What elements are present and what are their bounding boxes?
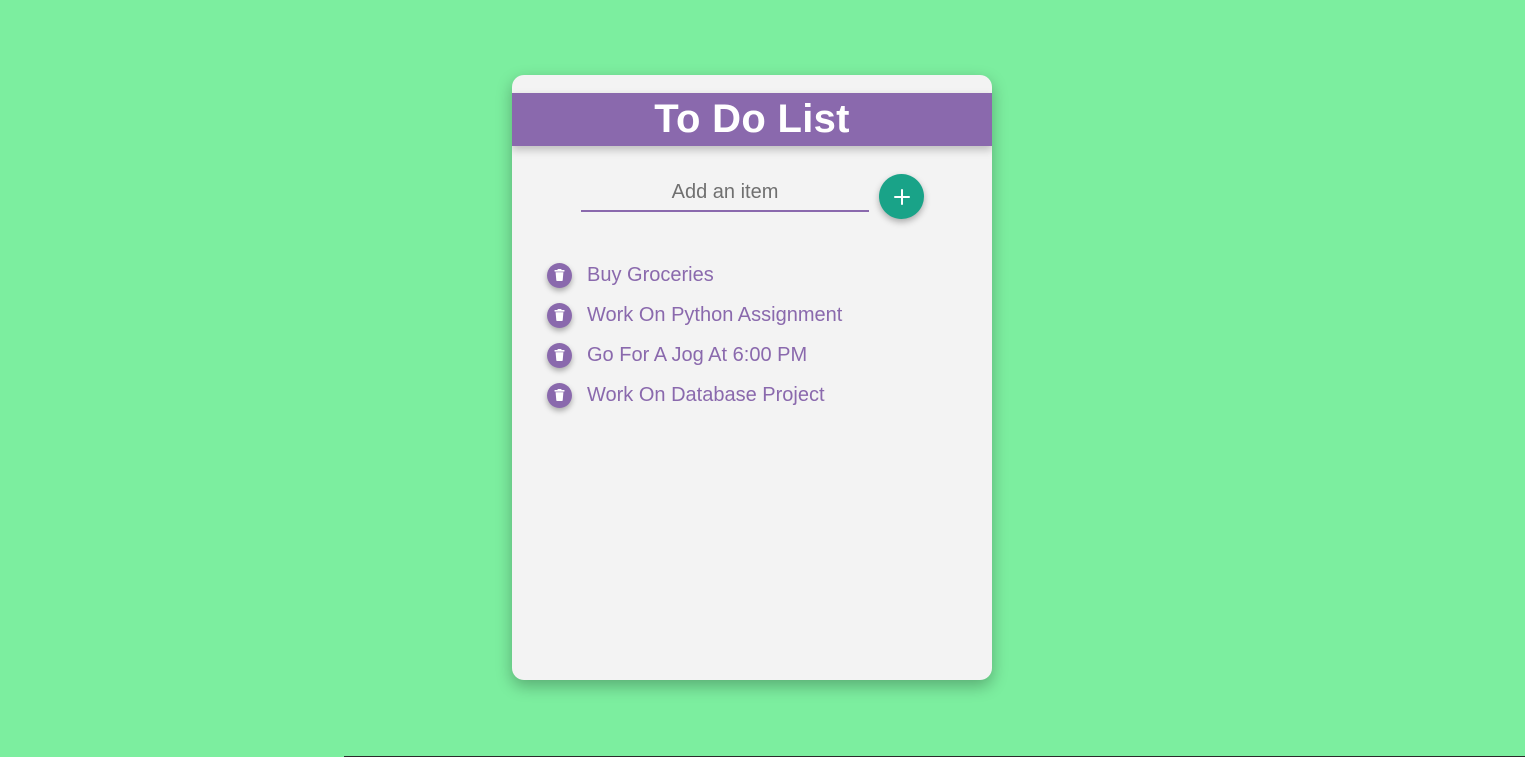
add-item-input[interactable]	[581, 174, 869, 212]
trash-icon	[554, 389, 565, 401]
todo-card: To Do List Buy Grocerie	[512, 75, 992, 680]
list-item-label: Work On Python Assignment	[587, 303, 843, 326]
list-item: Work On Database Project	[547, 375, 842, 415]
delete-item-button[interactable]	[547, 262, 572, 288]
list-item-label: Work On Database Project	[587, 383, 825, 406]
list-item-label: Buy Groceries	[587, 263, 714, 286]
todo-list: Buy Groceries Work On Python Assignment	[547, 255, 842, 415]
trash-icon	[554, 349, 565, 361]
delete-item-button[interactable]	[547, 302, 572, 328]
add-item-button[interactable]	[879, 174, 924, 219]
delete-item-button[interactable]	[547, 382, 572, 408]
page-title: To Do List	[654, 97, 850, 141]
trash-icon	[554, 269, 565, 281]
header-bar: To Do List	[512, 93, 992, 146]
list-item: Work On Python Assignment	[547, 295, 842, 335]
list-item: Buy Groceries	[547, 255, 842, 295]
list-item: Go For A Jog At 6:00 PM	[547, 335, 842, 375]
plus-icon	[893, 188, 910, 205]
trash-icon	[554, 309, 565, 321]
list-item-label: Go For A Jog At 6:00 PM	[587, 343, 808, 366]
add-item-form	[581, 174, 931, 220]
page: To Do List Buy Grocerie	[0, 0, 1525, 757]
delete-item-button[interactable]	[547, 342, 572, 368]
